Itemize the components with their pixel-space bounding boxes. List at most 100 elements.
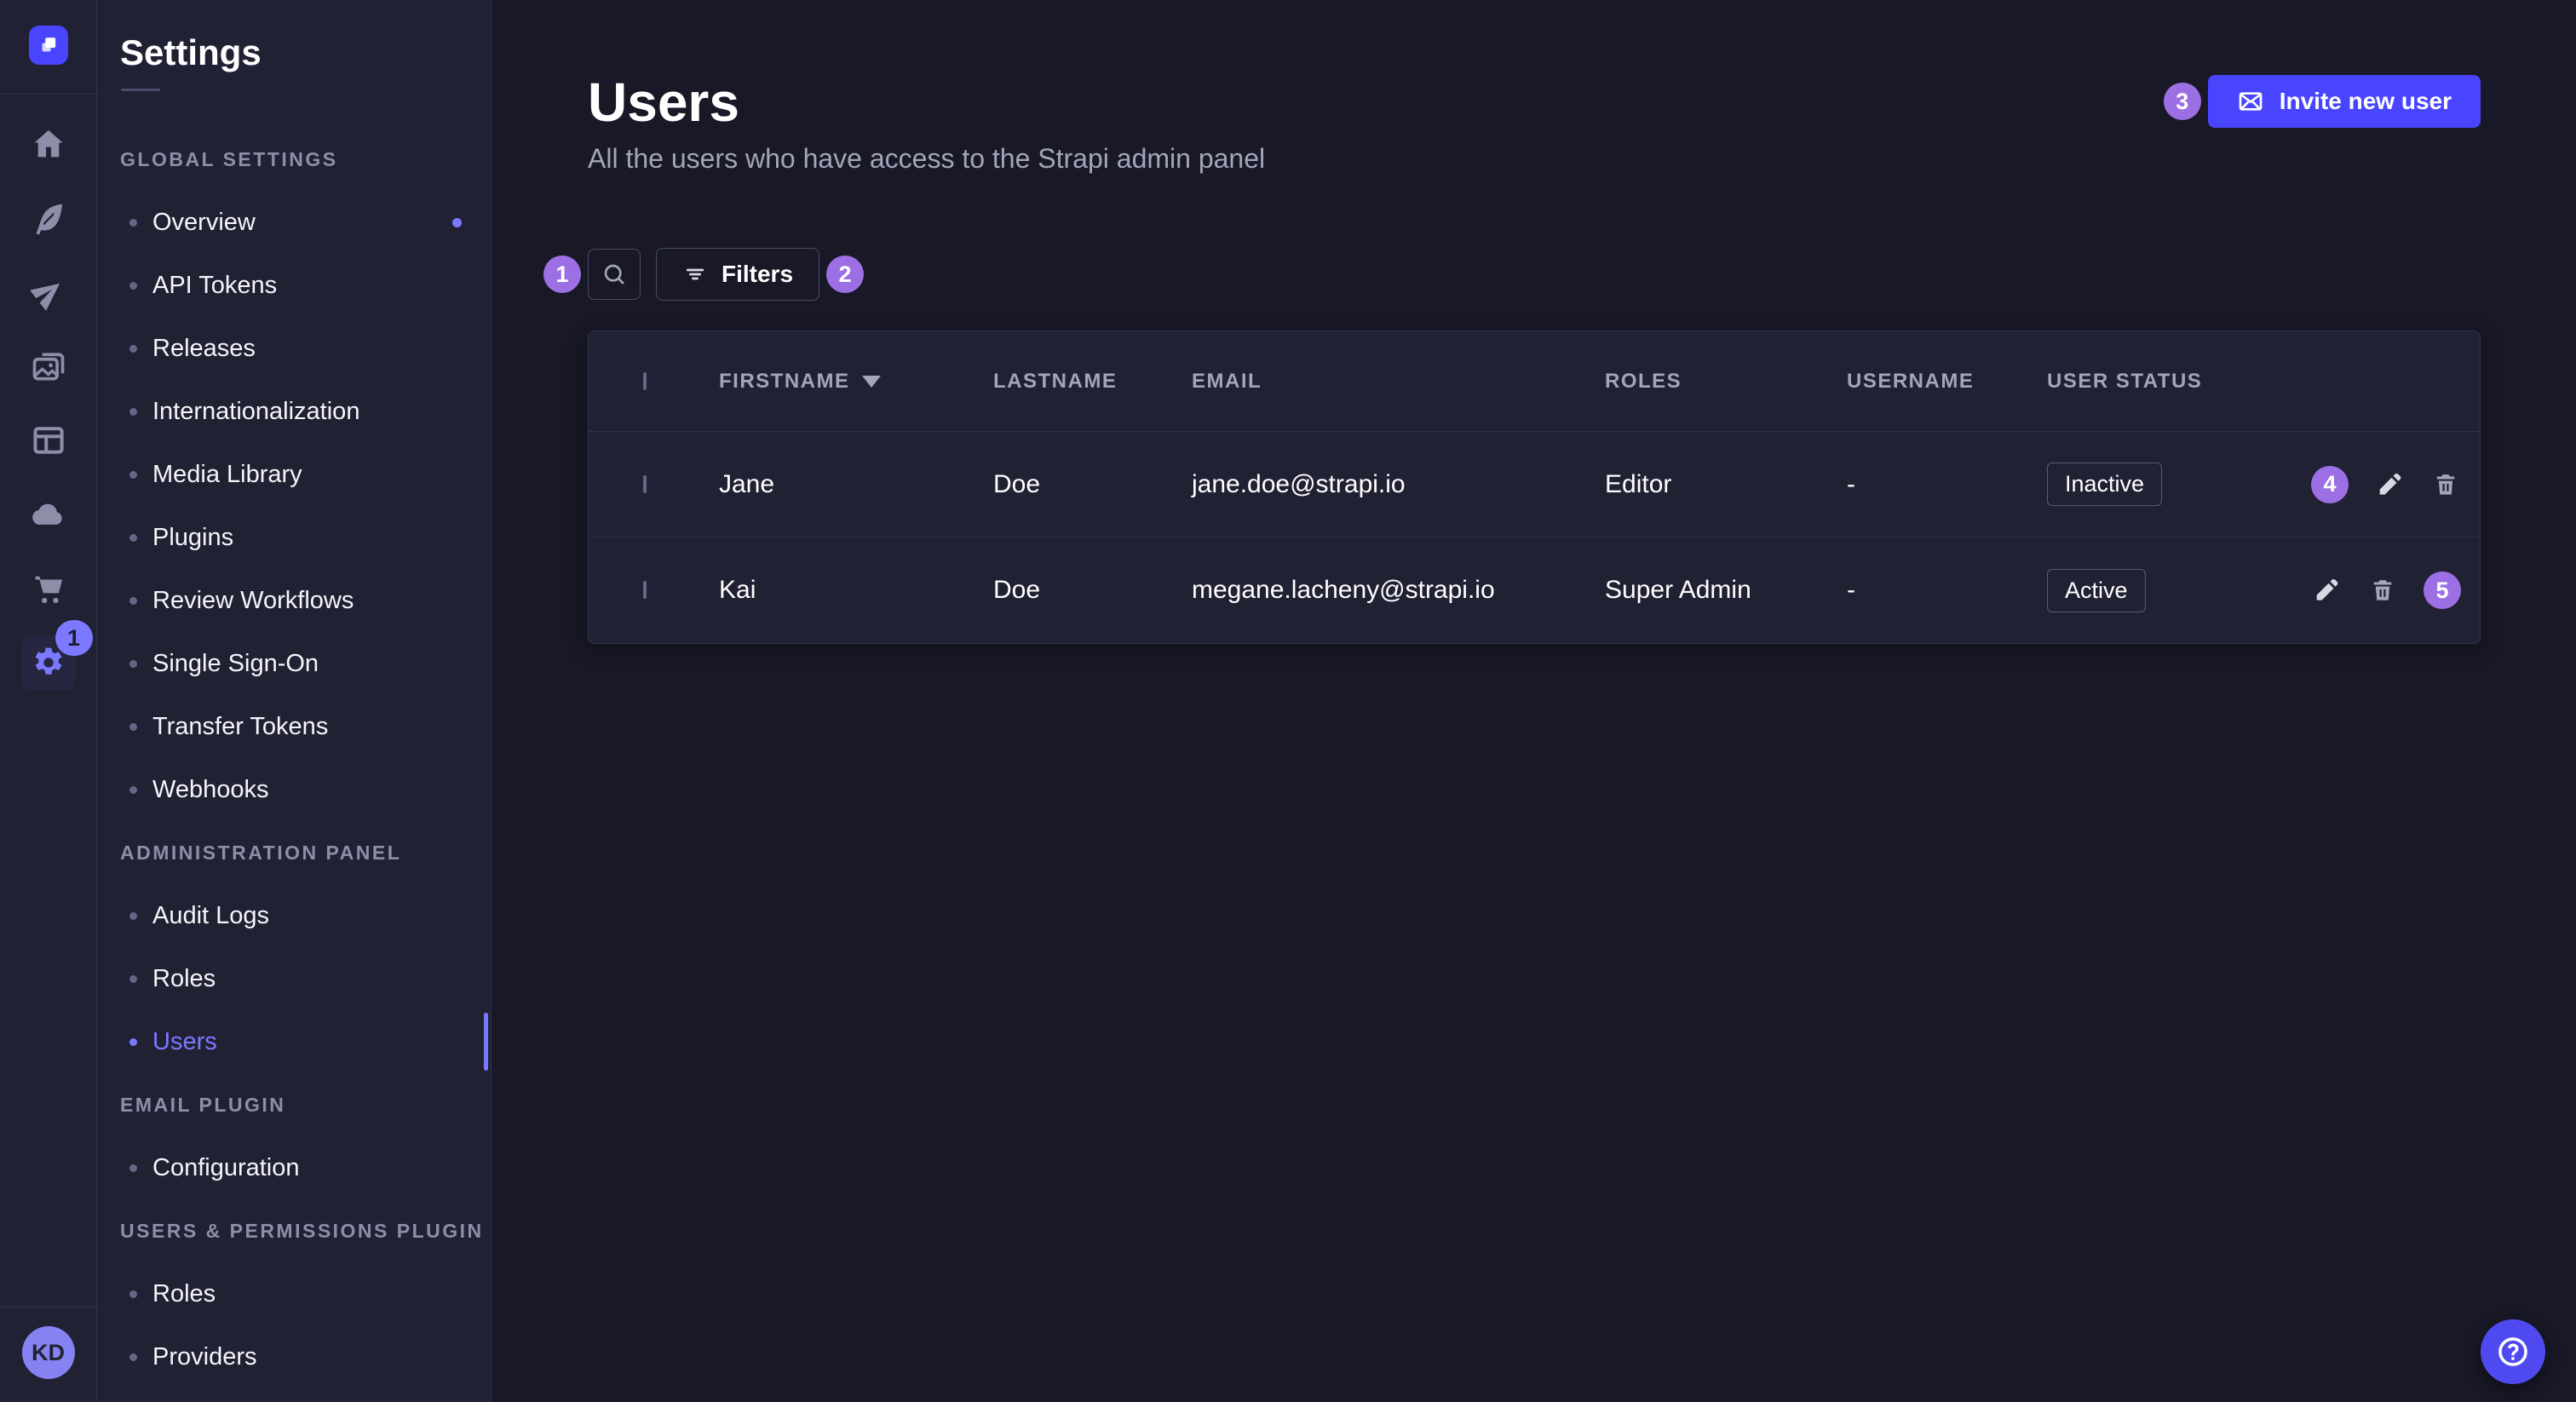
table-header-row: FIRSTNAME LASTNAME EMAIL ROLES USERNAME … bbox=[589, 331, 2480, 432]
delete-trash-icon bbox=[2431, 470, 2460, 499]
column-header-firstname[interactable]: FIRSTNAME bbox=[719, 370, 993, 394]
bullet-icon bbox=[129, 975, 137, 983]
page-header: Users All the users who have access to t… bbox=[588, 75, 2481, 175]
nav-section-label: USERS & PERMISSIONS PLUGIN bbox=[97, 1199, 491, 1262]
delete-user-button[interactable] bbox=[2430, 469, 2461, 500]
user-avatar[interactable]: KD bbox=[22, 1326, 75, 1379]
main-content: Users All the users who have access to t… bbox=[492, 0, 2576, 1402]
question-mark-icon bbox=[2495, 1334, 2531, 1370]
bullet-icon bbox=[129, 660, 137, 668]
bullet-icon bbox=[129, 786, 137, 794]
cell-email: jane.doe@strapi.io bbox=[1192, 470, 1605, 499]
invite-new-user-button[interactable]: Invite new user bbox=[2208, 75, 2481, 128]
annotation-badge-3: 3 bbox=[2164, 83, 2201, 120]
sidebar-item-transfer-tokens[interactable]: Transfer Tokens bbox=[97, 695, 491, 758]
column-header-lastname[interactable]: LASTNAME bbox=[993, 370, 1192, 394]
cell-username: - bbox=[1847, 576, 2047, 605]
sidebar-item-internationalization[interactable]: Internationalization bbox=[97, 380, 491, 443]
edit-user-button[interactable] bbox=[2311, 575, 2342, 606]
page-title: Users bbox=[588, 75, 1265, 129]
bullet-icon bbox=[129, 912, 137, 920]
rail-divider bbox=[0, 94, 97, 95]
bullet-icon bbox=[129, 534, 137, 542]
sidebar-item-media-library[interactable]: Media Library bbox=[97, 443, 491, 506]
table-row[interactable]: JaneDoejane.doe@strapi.ioEditor-Inactive… bbox=[589, 432, 2480, 537]
table-row[interactable]: KaiDoemegane.lacheny@strapi.ioSuper Admi… bbox=[589, 537, 2480, 643]
sidebar-item-audit-logs[interactable]: Audit Logs bbox=[97, 884, 491, 947]
strapi-logo[interactable] bbox=[29, 26, 68, 65]
subnav-title: Settings bbox=[120, 32, 491, 73]
delete-user-button[interactable] bbox=[2367, 575, 2398, 606]
bullet-icon bbox=[129, 597, 137, 605]
bullet-icon bbox=[129, 219, 137, 227]
nav-section-label: EMAIL PLUGIN bbox=[97, 1073, 491, 1136]
row-checkbox[interactable] bbox=[643, 581, 647, 599]
marketplace-cart-icon[interactable] bbox=[21, 561, 76, 616]
sidebar-item-overview[interactable]: Overview bbox=[97, 191, 491, 254]
column-header-user-status[interactable]: USER STATUS bbox=[2047, 370, 2311, 394]
bullet-icon bbox=[129, 1353, 137, 1361]
column-header-roles[interactable]: ROLES bbox=[1605, 370, 1847, 394]
page-subtitle: All the users who have access to the Str… bbox=[588, 143, 1265, 175]
search-button[interactable] bbox=[588, 249, 641, 300]
search-icon bbox=[601, 261, 628, 288]
select-all-checkbox[interactable] bbox=[643, 372, 647, 390]
paper-plane-icon[interactable] bbox=[21, 265, 76, 319]
user-status-badge: Active bbox=[2047, 569, 2146, 612]
row-checkbox[interactable] bbox=[643, 475, 647, 493]
nav-section-label: GLOBAL SETTINGS bbox=[97, 128, 491, 191]
cloud-icon[interactable] bbox=[21, 487, 76, 542]
subnav-sections: GLOBAL SETTINGSOverviewAPI TokensRelease… bbox=[97, 128, 491, 1388]
edit-pencil-icon bbox=[2375, 470, 2404, 499]
notification-dot-icon bbox=[452, 218, 462, 227]
settings-subnav: Settings GLOBAL SETTINGSOverviewAPI Toke… bbox=[97, 0, 492, 1402]
cell-username: - bbox=[1847, 470, 2047, 499]
sidebar-item-single-sign-on[interactable]: Single Sign-On bbox=[97, 632, 491, 695]
bullet-icon bbox=[129, 345, 137, 353]
annotation-badge-5: 5 bbox=[2424, 572, 2461, 609]
content-type-builder-feather-icon[interactable] bbox=[21, 191, 76, 245]
filters-button[interactable]: Filters bbox=[656, 248, 819, 301]
sidebar-item-webhooks[interactable]: Webhooks bbox=[97, 758, 491, 821]
sidebar-item-releases[interactable]: Releases bbox=[97, 317, 491, 380]
settings-gear-icon[interactable]: 1 bbox=[21, 635, 76, 690]
sidebar-item-providers[interactable]: Providers bbox=[97, 1325, 491, 1388]
cell-lastname: Doe bbox=[993, 470, 1192, 499]
content-manager-layout-icon[interactable] bbox=[21, 413, 76, 468]
edit-pencil-icon bbox=[2312, 576, 2341, 605]
bullet-icon bbox=[129, 1038, 137, 1046]
annotation-badge-2: 2 bbox=[826, 256, 864, 293]
home-icon[interactable] bbox=[21, 117, 76, 171]
envelope-icon bbox=[2237, 88, 2264, 115]
cell-roles: Super Admin bbox=[1605, 576, 1847, 605]
settings-notification-badge: 1 bbox=[55, 620, 93, 656]
help-button[interactable] bbox=[2481, 1319, 2545, 1384]
bullet-icon bbox=[129, 282, 137, 290]
cell-roles: Editor bbox=[1605, 470, 1847, 499]
sidebar-item-api-tokens[interactable]: API Tokens bbox=[97, 254, 491, 317]
sidebar-item-plugins[interactable]: Plugins bbox=[97, 506, 491, 569]
cell-firstname: Jane bbox=[719, 470, 993, 499]
bullet-icon bbox=[129, 471, 137, 479]
cell-lastname: Doe bbox=[993, 576, 1192, 605]
delete-trash-icon bbox=[2368, 576, 2397, 605]
annotation-badge-4: 4 bbox=[2311, 466, 2349, 503]
column-header-username[interactable]: USERNAME bbox=[1847, 370, 2047, 394]
sidebar-item-roles[interactable]: Roles bbox=[97, 947, 491, 1010]
bullet-icon bbox=[129, 1164, 137, 1172]
annotation-badge-1: 1 bbox=[543, 256, 581, 293]
sidebar-item-users[interactable]: Users bbox=[97, 1010, 491, 1073]
cell-email: megane.lacheny@strapi.io bbox=[1192, 576, 1605, 605]
toolbar: 1 Filters 2 bbox=[588, 248, 2481, 301]
bullet-icon bbox=[129, 723, 137, 731]
sidebar-item-roles[interactable]: Roles bbox=[97, 1262, 491, 1325]
bullet-icon bbox=[129, 408, 137, 416]
cell-firstname: Kai bbox=[719, 576, 993, 605]
nav-section-label: ADMINISTRATION PANEL bbox=[97, 821, 491, 884]
sidebar-item-configuration[interactable]: Configuration bbox=[97, 1136, 491, 1199]
user-status-badge: Inactive bbox=[2047, 463, 2162, 506]
edit-user-button[interactable] bbox=[2374, 469, 2405, 500]
sidebar-item-review-workflows[interactable]: Review Workflows bbox=[97, 569, 491, 632]
media-library-icon[interactable] bbox=[21, 339, 76, 394]
column-header-email[interactable]: EMAIL bbox=[1192, 370, 1605, 394]
